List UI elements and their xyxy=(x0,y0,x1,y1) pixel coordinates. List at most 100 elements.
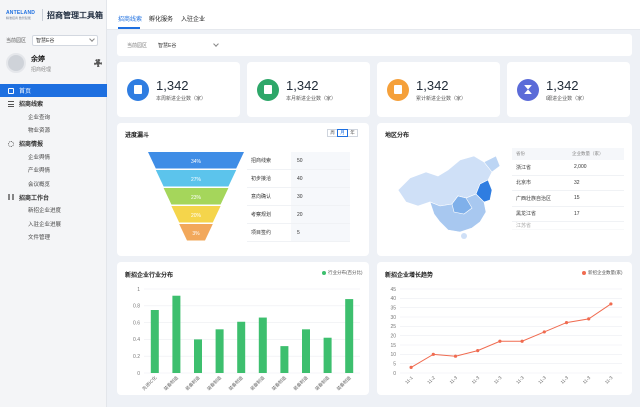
trend-point[interactable] xyxy=(453,354,458,358)
brand-logo: ANTELAND 精准招商 数智赋能 xyxy=(6,7,38,23)
stat-card-followup: 1,342 l跟进企业数（家） xyxy=(507,62,630,117)
trend-point[interactable] xyxy=(498,339,502,343)
trend-point[interactable] xyxy=(564,321,569,325)
stat-value: 1,342 xyxy=(416,77,449,93)
bar[interactable] xyxy=(150,310,159,373)
settings-icon xyxy=(8,140,14,147)
bar[interactable] xyxy=(172,295,181,373)
funnel-stage-name: 招商线索 xyxy=(251,158,272,164)
sidebar-item-label: 文件管理 xyxy=(28,235,51,242)
funnel-stage-name: 项目签约 xyxy=(251,230,272,236)
stat-card-month: 1,342 本月新进企业数（家） xyxy=(247,62,370,117)
bar[interactable] xyxy=(258,317,267,373)
bar[interactable] xyxy=(237,321,246,373)
tab-settled[interactable]: 入驻企业 xyxy=(181,14,205,23)
china-map xyxy=(397,155,501,239)
trend-legend-label: 新招企业数量(家) xyxy=(588,270,623,275)
sidebar-region-value: 智慧E谷 xyxy=(36,37,55,44)
region-title: 地区分布 xyxy=(385,133,410,139)
stat-label: 本月新进企业数（家） xyxy=(286,95,337,102)
sidebar-item-settled-progress[interactable]: 入驻企业进展 xyxy=(0,217,107,231)
sidebar: ANTELAND 精准招商 数智赋能 招商管理工具箱 当前园区 智慧E谷 余婷 … xyxy=(0,0,107,407)
sidebar-item-label: 新招企业进度 xyxy=(28,208,62,215)
region-name: 北京市 xyxy=(516,180,532,187)
hourglass-icon xyxy=(517,78,539,101)
sidebar-item-files[interactable]: 文件管理 xyxy=(0,231,107,245)
table-row[interactable]: 广西壮族自治区 15 xyxy=(512,191,624,207)
trend-point[interactable] xyxy=(431,352,435,356)
sidebar-group-leads[interactable]: 招商线索 xyxy=(0,97,107,110)
user-name: 余婷 xyxy=(31,55,45,63)
x-tick-label: 装备制造 xyxy=(270,374,288,392)
trend-point[interactable] xyxy=(409,365,413,369)
sidebar-item-label: 会议概览 xyxy=(28,181,51,188)
home-icon xyxy=(8,87,14,94)
sidebar-group-intel[interactable]: 招商情报 xyxy=(0,137,107,150)
sidebar-item-label: 物业资源 xyxy=(28,128,51,135)
funnel-stage-value: 50 xyxy=(291,152,350,169)
sidebar-item-new-progress[interactable]: 新招企业进度 xyxy=(0,204,107,218)
filter-region-select[interactable]: 智慧E谷 xyxy=(155,39,221,51)
legend-dot xyxy=(322,271,326,275)
trend-point[interactable] xyxy=(542,330,546,334)
avatar[interactable] xyxy=(6,53,26,73)
period-toggle: 周 月 年 xyxy=(327,129,358,137)
industry-bar-chart: 00.20.40.60.81先进IC化 装备制造 装备制造 装备制造 装备制造 装备制造装… xyxy=(133,287,360,392)
legend-dot xyxy=(582,271,586,275)
y-tick-label: 20 xyxy=(390,333,396,339)
sidebar-item-label: 招商线索 xyxy=(19,102,44,108)
tab-leads[interactable]: 招商线索 xyxy=(118,14,142,23)
x-tick-label: 11-3 xyxy=(493,375,503,385)
funnel-stage-value: 20 xyxy=(291,206,350,223)
trend-point[interactable] xyxy=(609,302,613,306)
sidebar-item-company-search[interactable]: 企业查询 xyxy=(0,110,107,124)
stat-value: 1,342 xyxy=(156,77,189,93)
funnel-stage-pct: 27% xyxy=(191,177,202,183)
table-row[interactable]: 浙江省 2,000 xyxy=(512,160,624,176)
sidebar-group-workbench[interactable]: 招商工作台 xyxy=(0,191,107,204)
x-tick-label: 11-3 xyxy=(537,375,547,385)
table-row[interactable]: 江苏省 xyxy=(512,222,624,230)
sidebar-item-industry-news[interactable]: 产业舆情 xyxy=(0,164,107,178)
trend-point[interactable] xyxy=(587,317,591,321)
x-tick-label: 装备制造 xyxy=(249,374,267,392)
user-role: 招商经理 xyxy=(31,66,52,73)
sidebar-region-select[interactable]: 智慧E谷 xyxy=(32,34,98,46)
trend-point[interactable] xyxy=(476,349,480,353)
y-tick-label: 35 xyxy=(390,305,396,311)
funnel-stage-name: 初步接洽 xyxy=(251,176,272,182)
bar[interactable] xyxy=(194,339,202,373)
table-row[interactable]: 北京市 32 xyxy=(512,176,624,191)
funnel-stage-name: 考察规划 xyxy=(251,212,272,218)
x-tick-label: 11-2 xyxy=(426,375,436,385)
trend-point[interactable] xyxy=(520,339,524,343)
brand-divider xyxy=(42,9,43,21)
bar[interactable] xyxy=(280,346,289,373)
table-row[interactable]: 黑龙江省 17 xyxy=(512,207,624,222)
sidebar-item-property[interactable]: 物业资源 xyxy=(0,124,107,138)
bar[interactable] xyxy=(302,329,310,373)
gear-icon[interactable] xyxy=(94,59,102,67)
sidebar-item-home[interactable]: 首页 xyxy=(0,84,107,97)
sidebar-item-label: 首页 xyxy=(19,89,32,95)
x-tick-label: 装备制造 xyxy=(292,374,310,392)
funnel-stage-pct: 34% xyxy=(191,159,202,165)
stat-value: 1,342 xyxy=(546,77,579,93)
sidebar-item-company-news[interactable]: 企业舆情 xyxy=(0,150,107,164)
x-tick-label: 装备制造 xyxy=(205,374,223,392)
user-card: 余婷 招商经理 xyxy=(6,50,102,76)
stat-card-week: 1,342 本周新进企业数（家） xyxy=(117,62,240,117)
tab-incubation[interactable]: 孵化服务 xyxy=(149,14,173,23)
period-year[interactable]: 年 xyxy=(347,129,358,137)
bar[interactable] xyxy=(345,299,354,373)
region-table: 省份 企业数量（家） 浙江省 2,000 北京市 32 广西壮族自治区 15 黑龙江省 17 江… xyxy=(512,148,624,230)
y-tick-label: 40 xyxy=(390,296,396,302)
period-month[interactable]: 月 xyxy=(337,129,348,137)
funnel-row: 考察规划 20 xyxy=(247,206,350,224)
bar[interactable] xyxy=(323,337,332,373)
filter-region-value: 智慧E谷 xyxy=(158,42,177,49)
y-tick-label: 45 xyxy=(390,287,396,293)
bar[interactable] xyxy=(215,329,224,373)
sidebar-item-meetings[interactable]: 会议概览 xyxy=(0,177,107,191)
building-icon xyxy=(257,78,279,101)
